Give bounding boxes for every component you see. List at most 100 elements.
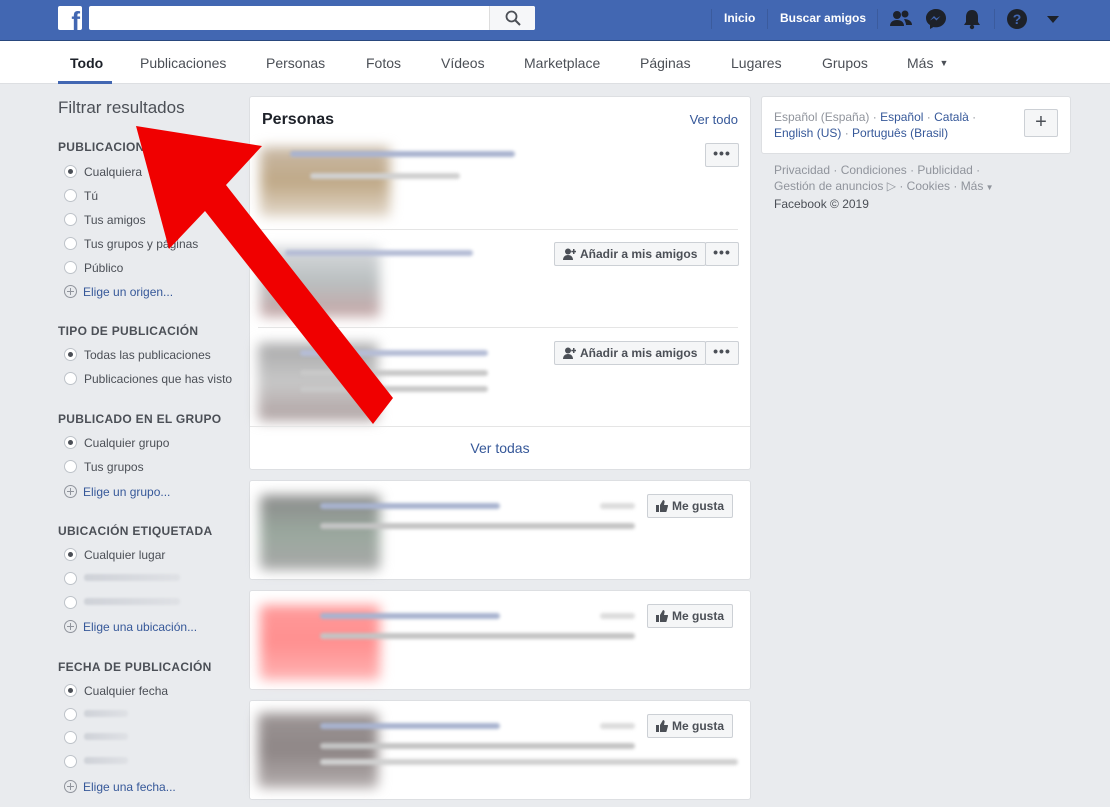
section-title-post-date: FECHA DE PUBLICACIÓN — [58, 660, 212, 674]
tab-lugares[interactable]: Lugares — [731, 55, 782, 71]
thumbs-up-icon — [656, 500, 668, 512]
page-meta-blurred — [600, 723, 635, 729]
tab-fotos[interactable]: Fotos — [366, 55, 401, 71]
choose-date-link[interactable]: Elige una fecha... — [64, 780, 176, 794]
radio-location-option[interactable] — [64, 596, 180, 610]
language-link[interactable]: English (US) — [774, 126, 841, 140]
choose-location-label: Elige una ubicación... — [83, 620, 198, 634]
radio-posts-from-any[interactable]: Cualquiera — [64, 165, 142, 179]
person-more-options-button[interactable]: ••• — [705, 143, 739, 167]
footer-link[interactable]: Publicidad — [917, 163, 972, 177]
tab-videos[interactable]: Vídeos — [441, 55, 485, 71]
top-bar: f Inicio Buscar amigos ? — [0, 0, 1110, 41]
active-tab-indicator — [58, 81, 112, 84]
radio-location-option[interactable] — [64, 572, 180, 586]
radio-your-groups[interactable]: Tus grupos — [64, 460, 144, 474]
search-input[interactable] — [89, 6, 535, 30]
radio-date-option[interactable] — [64, 708, 128, 722]
footer-link[interactable]: Gestión de anuncios — [774, 179, 883, 193]
language-link[interactable]: Português (Brasil) — [852, 126, 948, 140]
radio-all-posts[interactable]: Todas las publicaciones — [64, 348, 211, 362]
radio-any-group[interactable]: Cualquier grupo — [64, 436, 169, 450]
person-more-options-button[interactable]: ••• — [705, 341, 739, 365]
person-more-options-button[interactable]: ••• — [705, 242, 739, 266]
see-all-people-footer-link[interactable]: Ver todas — [250, 440, 750, 456]
radio-icon — [64, 460, 77, 473]
page-name-blurred — [320, 613, 500, 619]
tab-personas[interactable]: Personas — [266, 55, 325, 71]
caret-down-icon: ▼ — [983, 183, 994, 192]
add-friend-button[interactable]: Añadir a mis amigos — [554, 341, 706, 365]
footer-link[interactable]: Cookies — [907, 179, 950, 193]
page-info-blurred — [320, 759, 738, 765]
like-label: Me gusta — [672, 719, 725, 733]
radio-posts-from-friends[interactable]: Tus amigos — [64, 213, 146, 227]
tab-paginas[interactable]: Páginas — [640, 55, 691, 71]
divider — [258, 229, 738, 230]
tab-grupos[interactable]: Grupos — [822, 55, 868, 71]
radio-date-option[interactable] — [64, 731, 128, 745]
find-friends-link[interactable]: Buscar amigos — [780, 11, 866, 25]
notifications-bell-icon[interactable] — [959, 6, 985, 32]
more-languages-button[interactable]: + — [1024, 109, 1058, 137]
choose-location-link[interactable]: Elige una ubicación... — [64, 620, 197, 634]
footer-link[interactable]: Más — [961, 179, 984, 193]
person-name-blurred — [290, 151, 515, 157]
thumbs-up-icon — [656, 720, 668, 732]
nav-divider — [877, 9, 878, 29]
plus-circle-icon — [64, 780, 77, 793]
section-title-posts-from: PUBLICACIONES DE — [58, 140, 183, 154]
radio-icon — [64, 372, 77, 385]
radio-label: Cualquier lugar — [84, 548, 166, 562]
radio-label: Tú — [84, 189, 99, 203]
plus-circle-icon — [64, 285, 77, 298]
like-page-button[interactable]: Me gusta — [647, 494, 733, 518]
language-selector-card: Español (España) · Español · Català · En… — [761, 96, 1071, 154]
radio-posts-seen[interactable]: Publicaciones que has visto — [64, 372, 232, 386]
choose-group-link[interactable]: Elige un grupo... — [64, 485, 170, 499]
radio-any-date[interactable]: Cualquier fecha — [64, 684, 168, 698]
nav-divider — [994, 9, 995, 29]
choose-source-link[interactable]: Elige un origen... — [64, 285, 173, 299]
see-all-people-link[interactable]: Ver todo — [690, 112, 738, 127]
facebook-logo-icon[interactable]: f — [58, 6, 82, 30]
language-link[interactable]: Català — [934, 110, 969, 124]
radio-date-option[interactable] — [64, 755, 128, 769]
friend-requests-icon[interactable] — [888, 6, 914, 32]
choose-date-label: Elige una fecha... — [83, 780, 176, 794]
radio-posts-from-groups-pages[interactable]: Tus grupos y páginas — [64, 237, 198, 251]
tab-marketplace[interactable]: Marketplace — [524, 55, 600, 71]
person-name-blurred — [300, 350, 488, 356]
tab-todo[interactable]: Todo — [70, 55, 103, 71]
page-info-blurred — [320, 523, 635, 529]
radio-posts-from-public[interactable]: Público — [64, 261, 123, 275]
svg-text:?: ? — [1013, 11, 1022, 27]
filter-results-title: Filtrar resultados — [58, 98, 185, 117]
like-page-button[interactable]: Me gusta — [647, 604, 733, 628]
radio-icon — [64, 237, 77, 250]
blurred-option-label — [84, 574, 180, 581]
add-friend-button[interactable]: Añadir a mis amigos — [554, 242, 706, 266]
radio-any-place[interactable]: Cualquier lugar — [64, 548, 165, 562]
account-menu-caret-icon[interactable] — [1040, 6, 1066, 32]
radio-icon — [64, 731, 77, 744]
tab-mas[interactable]: Más ▼ — [907, 55, 948, 71]
radio-icon — [64, 572, 77, 585]
tab-publicaciones[interactable]: Publicaciones — [140, 55, 226, 71]
footer-link[interactable]: Condiciones — [841, 163, 907, 177]
page-result-card: Me gusta — [249, 700, 751, 800]
radio-posts-from-you[interactable]: Tú — [64, 189, 98, 203]
radio-label: Tus grupos — [84, 460, 144, 474]
footer-link[interactable]: Privacidad — [774, 163, 830, 177]
help-icon[interactable]: ? — [1004, 6, 1030, 32]
like-page-button[interactable]: Me gusta — [647, 714, 733, 738]
section-title-tagged-location: UBICACIÓN ETIQUETADA — [58, 524, 213, 538]
page-meta-blurred — [600, 613, 635, 619]
language-link[interactable]: Español — [880, 110, 923, 124]
add-friend-label: Añadir a mis amigos — [580, 346, 698, 360]
home-link[interactable]: Inicio — [724, 11, 755, 25]
ad-choices-icon: ▷ — [886, 179, 896, 193]
messenger-icon[interactable] — [923, 6, 949, 32]
search-button[interactable] — [489, 6, 535, 30]
add-friend-label: Añadir a mis amigos — [580, 247, 698, 261]
